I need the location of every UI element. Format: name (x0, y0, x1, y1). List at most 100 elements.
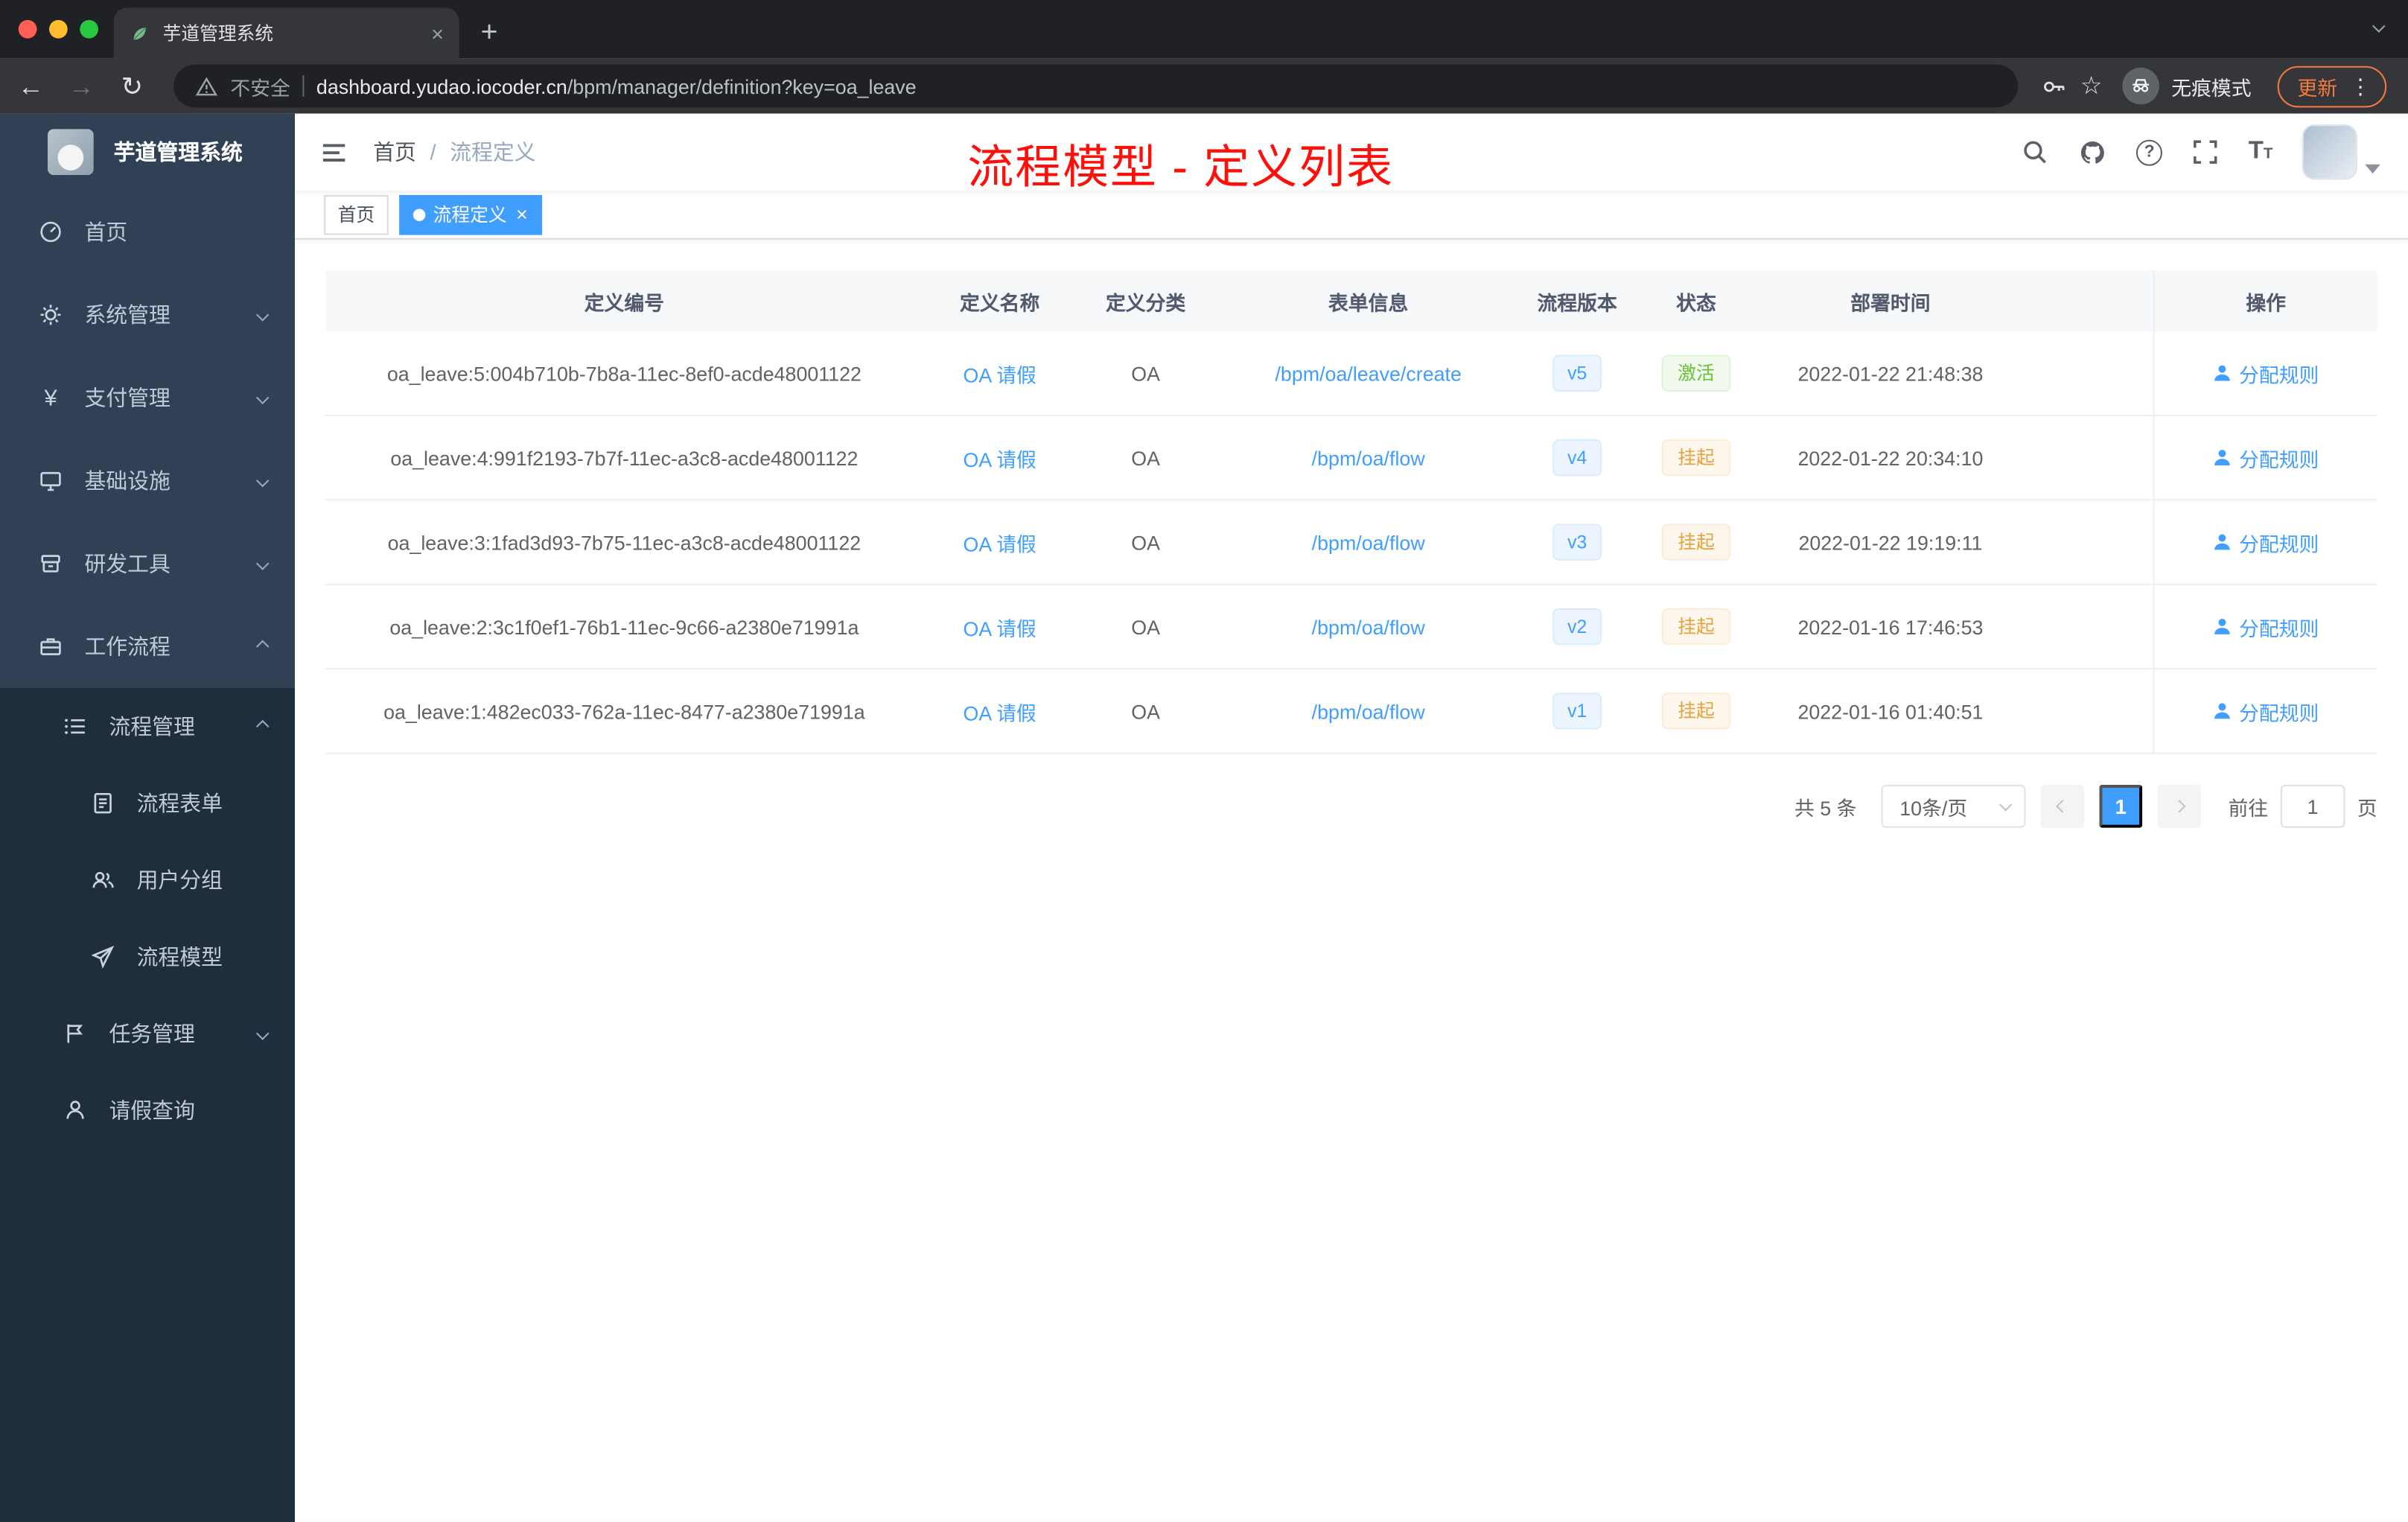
definition-id: oa_leave:3:1fad3d93-7b75-11ec-a3c8-acde4… (387, 530, 861, 554)
close-window-button[interactable] (18, 19, 37, 39)
definition-category: OA (1131, 699, 1160, 723)
definition-name-link[interactable]: OA 请假 (963, 363, 1036, 386)
chevron-up-icon (255, 719, 270, 733)
url-omnibox[interactable]: 不安全 dashboard.yudao.iocoder.cn/bpm/manag… (173, 64, 2018, 108)
browser-menu-icon[interactable]: ⋮ (2350, 73, 2372, 99)
definition-id: oa_leave:2:3c1f0ef1-76b1-11ec-9c66-a2380… (389, 615, 859, 638)
zoom-window-button[interactable] (80, 19, 98, 39)
definition-id: oa_leave:5:004b710b-7b8a-11ec-8ef0-acde4… (386, 361, 861, 385)
document-icon (89, 791, 117, 815)
browser-tab[interactable]: 芋道管理系统 × (113, 7, 459, 59)
sidebar-item-dev-tools[interactable]: 研发工具 (0, 522, 295, 605)
active-tag-dot (413, 208, 426, 220)
back-button[interactable]: ← (13, 73, 50, 99)
definition-name-link[interactable]: OA 请假 (963, 448, 1036, 471)
col-header-definition-name: 定义名称 (960, 290, 1040, 314)
list-tree-icon (62, 714, 89, 739)
definition-name-link[interactable]: OA 请假 (963, 617, 1036, 640)
user-icon (2214, 365, 2230, 381)
tag-close-icon[interactable]: × (516, 203, 528, 226)
pagination: 共 5 条 10条/页 1 前往 页 (325, 784, 2377, 828)
sidebar-item-user-group[interactable]: 用户分组 (0, 841, 295, 918)
sidebar-item-payment-management[interactable]: ¥ 支付管理 (0, 357, 295, 439)
version-badge: v1 (1552, 692, 1602, 730)
col-header-definition-category: 定义分类 (1105, 290, 1186, 314)
security-label: 不安全 (230, 76, 290, 100)
sidebar-item-label: 用户分组 (136, 867, 223, 893)
window-controls (0, 0, 114, 58)
tag-process-definition[interactable]: 流程定义 × (399, 194, 542, 235)
tag-label: 首页 (337, 204, 375, 226)
search-icon[interactable] (2021, 138, 2048, 166)
tab-overflow-chevron-icon[interactable] (2372, 10, 2386, 38)
app-frame: 芋道管理系统 首页 系统管理 ¥ 支付管理 基础设施 研发工具 工作流程 流程管… (0, 113, 2408, 1522)
sidebar-item-workflow[interactable]: 工作流程 (0, 605, 295, 688)
sidebar-item-label: 基础设施 (84, 468, 171, 494)
incognito-badge: 无痕模式 (2122, 67, 2252, 105)
paper-plane-icon (89, 944, 117, 969)
tag-home[interactable]: 首页 (324, 194, 389, 235)
user-avatar[interactable] (2302, 124, 2357, 180)
sidebar-item-infrastructure[interactable]: 基础设施 (0, 439, 295, 522)
hamburger-icon[interactable] (295, 138, 373, 167)
sidebar-item-task-management[interactable]: 任务管理 (0, 996, 295, 1072)
next-page-button[interactable] (2157, 784, 2201, 828)
fullscreen-icon[interactable] (2191, 138, 2219, 166)
update-button[interactable]: 更新 ⋮ (2277, 65, 2387, 107)
form-info-link[interactable]: /bpm/oa/flow (1312, 446, 1425, 469)
minimize-window-button[interactable] (49, 19, 68, 39)
sidebar: 芋道管理系统 首页 系统管理 ¥ 支付管理 基础设施 研发工具 工作流程 流程管… (0, 113, 295, 1522)
sidebar-item-home[interactable]: 首页 (0, 191, 295, 273)
sidebar-item-label: 流程管理 (109, 714, 195, 739)
breadcrumb-home[interactable]: 首页 (373, 137, 416, 168)
definition-name-link[interactable]: OA 请假 (963, 701, 1036, 725)
table-header: 定义编号 定义名称 定义分类 表单信息 流程版本 状态 部署时间 操作 (325, 270, 2377, 332)
pagination-goto: 前往 页 (2228, 784, 2377, 828)
sidebar-item-process-form[interactable]: 流程表单 (0, 765, 295, 841)
text-size-icon[interactable]: TT (2249, 138, 2273, 166)
chevron-down-icon (255, 557, 270, 570)
status-badge: 挂起 (1662, 608, 1730, 646)
sidebar-item-system-management[interactable]: 系统管理 (0, 273, 295, 356)
reload-button[interactable]: ↻ (114, 73, 151, 99)
form-info-link[interactable]: /bpm/oa/flow (1312, 699, 1425, 722)
toolbox-icon (37, 551, 65, 576)
user-menu[interactable] (2302, 124, 2380, 180)
assign-rule-link[interactable]: 分配规则 (2213, 359, 2319, 388)
form-info-link[interactable]: /bpm/oa/leave/create (1275, 362, 1461, 385)
new-tab-button[interactable]: + (481, 19, 498, 48)
definition-name-link[interactable]: OA 请假 (963, 532, 1036, 555)
assign-rule-link[interactable]: 分配规则 (2213, 696, 2319, 725)
github-icon[interactable] (2078, 138, 2107, 167)
sidebar-item-label: 请假查询 (109, 1098, 195, 1123)
assign-rule-link[interactable]: 分配规则 (2213, 443, 2319, 472)
col-header-status: 状态 (1676, 290, 1716, 314)
goto-page-input[interactable] (2280, 784, 2345, 828)
form-info-link[interactable]: /bpm/oa/flow (1312, 615, 1425, 638)
yen-icon: ¥ (44, 384, 57, 411)
table-body: oa_leave:5:004b710b-7b8a-11ec-8ef0-acde4… (325, 331, 2377, 754)
key-icon[interactable] (2040, 73, 2066, 99)
bookmark-star-icon[interactable]: ☆ (2080, 71, 2103, 101)
assign-rule-link[interactable]: 分配规则 (2213, 527, 2319, 556)
monitor-icon (37, 468, 65, 493)
goto-label: 前往 (2228, 796, 2269, 820)
sidebar-item-process-management[interactable]: 流程管理 (0, 688, 295, 765)
prev-page-button[interactable] (2040, 784, 2084, 828)
logo-area[interactable]: 芋道管理系统 (0, 114, 295, 191)
table-row: oa_leave:2:3c1f0ef1-76b1-11ec-9c66-a2380… (325, 585, 2377, 670)
chevron-down-icon (255, 391, 270, 404)
page-1-button[interactable]: 1 (2099, 784, 2143, 828)
sidebar-item-leave-query[interactable]: 请假查询 (0, 1072, 295, 1149)
help-icon[interactable]: ? (2136, 138, 2163, 165)
sidebar-item-process-model[interactable]: 流程模型 (0, 918, 295, 995)
tab-title: 芋道管理系统 (162, 22, 274, 45)
forward-button[interactable]: → (63, 73, 101, 99)
table-row: oa_leave:4:991f2193-7b7f-11ec-a3c8-acde4… (325, 415, 2377, 501)
sidebar-item-label: 首页 (84, 219, 128, 244)
tab-close-icon[interactable]: × (431, 21, 444, 45)
assign-rule-link[interactable]: 分配规则 (2213, 612, 2319, 641)
version-badge: v3 (1552, 523, 1602, 561)
form-info-link[interactable]: /bpm/oa/flow (1312, 531, 1425, 554)
page-size-select[interactable]: 10条/页 (1881, 784, 2026, 828)
